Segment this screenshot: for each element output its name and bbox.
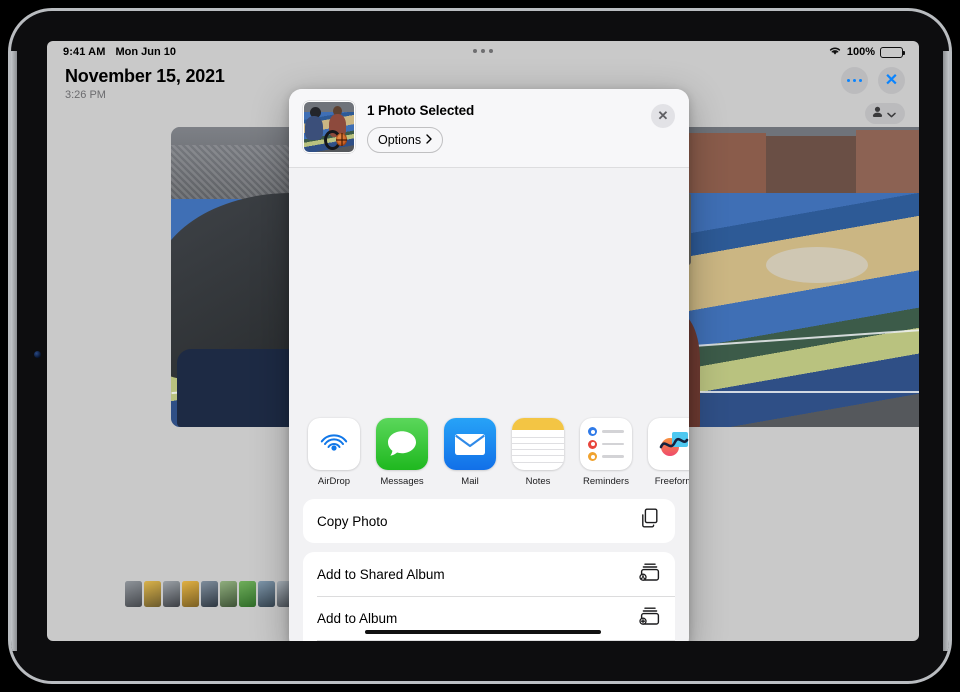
filmstrip-thumb[interactable] (239, 581, 256, 607)
carousel-photo-next[interactable] (658, 127, 919, 427)
share-sheet-title: 1 Photo Selected (367, 103, 475, 118)
notes-icon (512, 418, 564, 470)
share-target-reminders[interactable]: Reminders (578, 418, 634, 487)
status-time: 9:41 AM (63, 46, 106, 58)
share-sheet-header-text: 1 Photo Selected Options (367, 101, 474, 153)
home-indicator[interactable] (365, 629, 601, 634)
mail-icon (444, 418, 496, 470)
close-icon: ✕ (657, 108, 669, 123)
header-actions: ✕ (841, 67, 905, 94)
more-options-button[interactable] (841, 67, 868, 94)
share-targets-row[interactable]: AirDrop Messages Mail Notes Reminders Fr… (289, 418, 689, 487)
filmstrip-thumb[interactable] (125, 581, 142, 607)
share-sheet-close-button[interactable]: ✕ (651, 104, 675, 128)
action-group: Add to Shared Album Add to Album (303, 552, 675, 641)
thumbnail-scene (304, 102, 354, 152)
photo-scene (658, 127, 919, 427)
action-label: Add to Album (317, 610, 398, 626)
share-target-notes[interactable]: Notes (510, 418, 566, 487)
share-target-messages[interactable]: Messages (374, 418, 430, 487)
share-target-airdrop[interactable]: AirDrop (306, 418, 362, 487)
filmstrip-thumb[interactable] (220, 581, 237, 607)
share-target-label: Notes (525, 476, 551, 487)
share-sheet-header: 1 Photo Selected Options ✕ (289, 89, 689, 168)
chevron-right-icon (426, 133, 432, 147)
device-bezel-right (943, 51, 949, 651)
page-title: November 15, 2021 (65, 66, 225, 86)
share-actions-section: Copy Photo Add to Shared Album Add to Al… (289, 499, 689, 641)
filmstrip-thumb[interactable] (163, 581, 180, 607)
battery-percent: 100% (846, 46, 875, 58)
share-sheet-thumbnail (303, 101, 355, 153)
filmstrip-thumb[interactable] (182, 581, 199, 607)
ipad-device-frame: 9:41 AM Mon Jun 10 100% November 15, 202… (8, 8, 952, 684)
screen: 9:41 AM Mon Jun 10 100% November 15, 202… (47, 41, 919, 641)
airdrop-icon (308, 418, 360, 470)
people-filter-button[interactable] (865, 103, 905, 124)
share-targets-section: AirDrop Messages Mail Notes Reminders Fr… (289, 404, 689, 499)
share-target-mail[interactable]: Mail (442, 418, 498, 487)
messages-icon (376, 418, 428, 470)
action-row-add-to-shared-album[interactable]: Add to Shared Album (303, 552, 675, 596)
share-sheet: 1 Photo Selected Options ✕ AirDrop Messa… (289, 89, 689, 641)
share-target-label: Freeform (654, 476, 689, 487)
filmstrip-thumb[interactable] (258, 581, 275, 607)
copy-icon (641, 508, 661, 534)
front-camera-icon (34, 351, 41, 358)
chevron-down-icon (887, 105, 896, 123)
multitasking-handle[interactable] (473, 49, 493, 53)
action-label: Add to Shared Album (317, 566, 445, 582)
status-bar-right: 100% (828, 45, 906, 59)
close-icon: ✕ (884, 71, 899, 89)
reminders-icon (580, 418, 632, 470)
battery-icon (880, 46, 906, 58)
action-group: Copy Photo (303, 499, 675, 543)
share-target-label: AirDrop (317, 476, 351, 487)
filmstrip-thumb[interactable] (201, 581, 218, 607)
share-target-label: Mail (461, 476, 479, 487)
person-icon (872, 105, 883, 123)
device-bezel-left (11, 51, 17, 651)
filmstrip-thumb[interactable] (144, 581, 161, 607)
action-row-airplay[interactable]: AirPlay (303, 640, 675, 641)
add-to-album-icon (639, 606, 661, 631)
shared-album-icon (639, 562, 661, 587)
status-bar-left: 9:41 AM Mon Jun 10 (63, 46, 176, 58)
freeform-icon (648, 418, 689, 470)
action-row-copy-photo[interactable]: Copy Photo (303, 499, 675, 543)
options-label: Options (378, 133, 422, 147)
action-label: Copy Photo (317, 513, 388, 529)
share-target-freeform[interactable]: Freeform (646, 418, 689, 487)
options-button[interactable]: Options (367, 127, 444, 153)
close-button[interactable]: ✕ (878, 67, 905, 94)
wifi-icon (828, 45, 842, 59)
share-target-label: Reminders (583, 476, 629, 487)
share-sheet-photo-preview-band (289, 168, 689, 404)
status-date: Mon Jun 10 (115, 46, 176, 58)
share-target-label: Messages (380, 476, 424, 487)
